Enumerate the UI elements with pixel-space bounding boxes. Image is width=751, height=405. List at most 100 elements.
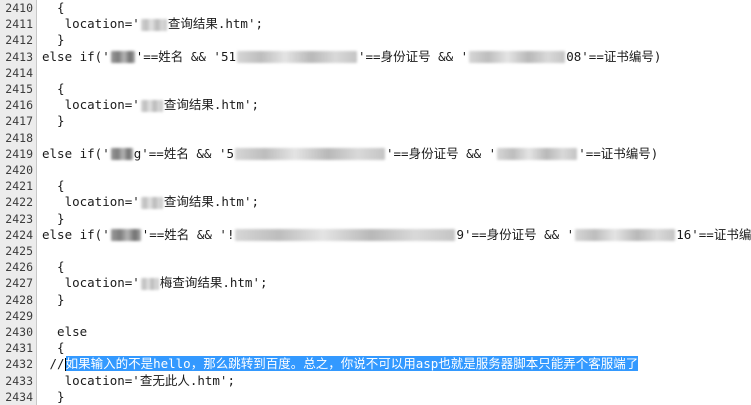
- code-token: 9'==身份证号 && ': [456, 226, 575, 242]
- code-line[interactable]: 2426 {: [0, 259, 751, 275]
- redacted-value: [140, 196, 163, 209]
- code-text: location=' 查询结果.htm';: [42, 97, 259, 113]
- code-token: 查询结果.htm';: [163, 97, 259, 113]
- code-line[interactable]: 2416 location=' 查询结果.htm';: [0, 97, 751, 113]
- line-number: 2427: [5, 276, 33, 291]
- code-token: location=': [42, 194, 140, 210]
- code-line[interactable]: 2419 else if(' g'==姓名 && '5 '==身份证号 && ' '==…: [0, 146, 751, 162]
- code-text: }: [42, 32, 65, 48]
- line-number: 2413: [5, 49, 33, 64]
- code-line[interactable]: 2420: [0, 162, 751, 178]
- code-text: location='查无此人.htm';: [42, 372, 235, 388]
- code-line[interactable]: 2432 //如果输入的不是hello，那么跳转到百度。总之，你说不可以用asp…: [0, 356, 751, 372]
- code-token: 查询结果.htm';: [163, 194, 259, 210]
- selected-comment-text[interactable]: 如果输入的不是hello，那么跳转到百度。总之，你说不可以用asp也就是服务器脚…: [65, 356, 639, 372]
- code-line[interactable]: 2410 {: [0, 0, 751, 16]
- code-text: {: [42, 259, 65, 275]
- code-line[interactable]: 2417 }: [0, 113, 751, 129]
- redacted-value: [237, 51, 357, 64]
- line-number: 2428: [5, 292, 33, 307]
- code-line[interactable]: 2427 location=' 梅查询结果.htm';: [0, 275, 751, 291]
- code-token: '==身份证号 && ': [386, 145, 497, 161]
- redacted-value: [235, 148, 385, 161]
- code-token: '==姓名 && '51: [135, 48, 236, 64]
- code-token: else if(': [42, 48, 110, 64]
- line-number: 2421: [5, 179, 33, 194]
- redacted-value: [497, 148, 578, 161]
- code-text: location=' 查询结果.htm';: [42, 194, 259, 210]
- code-text: {: [42, 0, 65, 15]
- code-line[interactable]: 2429: [0, 308, 751, 324]
- code-line[interactable]: 2425: [0, 243, 751, 259]
- code-line[interactable]: 2413 else if(' '==姓名 && '51 '==身份证号 && ' 08'…: [0, 49, 751, 65]
- code-line[interactable]: 2423 }: [0, 211, 751, 227]
- code-token: 查询结果.htm';: [167, 16, 263, 32]
- redacted-value: [469, 51, 566, 64]
- redacted-value: [575, 229, 676, 242]
- code-text: location=' 梅查询结果.htm';: [42, 275, 268, 291]
- code-line[interactable]: 2431 {: [0, 340, 751, 356]
- line-number: 2417: [5, 114, 33, 129]
- line-number: 2410: [5, 1, 33, 15]
- line-number: 2412: [5, 33, 33, 48]
- code-line[interactable]: 2418: [0, 130, 751, 146]
- code-line[interactable]: 2430 else: [0, 324, 751, 340]
- code-token: g'==姓名 && '5: [133, 145, 234, 161]
- code-line[interactable]: 2415 {: [0, 81, 751, 97]
- code-text: //如果输入的不是hello，那么跳转到百度。总之，你说不可以用asp也就是服务…: [42, 356, 639, 372]
- code-token: 16'==证书编号): [676, 226, 751, 242]
- code-line[interactable]: 2433 location='查无此人.htm';: [0, 373, 751, 389]
- code-editor[interactable]: 2410 {2411 location=' 查询结果.htm'; 2412 } 241…: [0, 0, 751, 405]
- code-line[interactable]: 2412 }: [0, 32, 751, 48]
- line-number: 2414: [5, 65, 33, 80]
- code-token: location=': [42, 275, 140, 291]
- line-number: 2424: [5, 227, 33, 242]
- line-number: 2432: [5, 357, 33, 372]
- line-number: 2426: [5, 260, 33, 275]
- line-number: 2433: [5, 373, 33, 388]
- code-line[interactable]: 2421 {: [0, 178, 751, 194]
- code-line[interactable]: 2411 location=' 查询结果.htm';: [0, 16, 751, 32]
- code-line[interactable]: 2424 else if(' '==姓名 && '! 9'==身份证号 && ' 16'…: [0, 227, 751, 243]
- line-number: 2418: [5, 130, 33, 145]
- code-line[interactable]: 2414: [0, 65, 751, 81]
- line-number: 2415: [5, 82, 33, 96]
- redacted-value: [110, 148, 133, 161]
- comment-marker: //: [42, 356, 65, 372]
- code-line[interactable]: 2422 location=' 查询结果.htm';: [0, 194, 751, 210]
- code-token: '==证书编号): [578, 145, 659, 161]
- line-number: 2420: [5, 163, 33, 177]
- code-text: }: [42, 210, 65, 226]
- code-text: }: [42, 113, 65, 129]
- code-text: location=' 查询结果.htm';: [42, 16, 263, 32]
- code-text: {: [42, 340, 65, 356]
- code-text: }: [42, 388, 65, 404]
- line-number: 2416: [5, 98, 33, 113]
- redacted-value: [140, 277, 159, 290]
- code-line[interactable]: 2434 }: [0, 389, 751, 405]
- code-token: 梅查询结果.htm';: [159, 275, 268, 291]
- code-token: '==姓名 && '!: [141, 226, 235, 242]
- code-text: else if(' '==姓名 && '51 '==身份证号 && ' 08'==证书…: [42, 49, 661, 65]
- line-number: 2431: [5, 341, 33, 356]
- code-text: {: [42, 178, 65, 194]
- code-token: else if(': [42, 226, 110, 242]
- line-number: 2429: [5, 308, 33, 323]
- code-line[interactable]: 2428 }: [0, 292, 751, 308]
- code-token: location=': [42, 16, 140, 32]
- redacted-value: [110, 229, 141, 242]
- line-number: 2434: [5, 389, 33, 404]
- code-token: else if(': [42, 145, 110, 161]
- redacted-value: [140, 99, 163, 112]
- redacted-value: [140, 18, 167, 31]
- line-number: 2419: [5, 146, 33, 161]
- redacted-value: [235, 229, 456, 242]
- redacted-value: [110, 51, 135, 64]
- code-token: location=': [42, 97, 140, 113]
- line-number: 2411: [5, 17, 33, 32]
- code-token: 08'==证书编号): [566, 48, 662, 64]
- code-text: }: [42, 291, 65, 307]
- code-text: else: [42, 324, 88, 339]
- code-text: else if(' '==姓名 && '! 9'==身份证号 && ' 16'==证书…: [42, 227, 751, 243]
- line-number: 2430: [5, 325, 33, 339]
